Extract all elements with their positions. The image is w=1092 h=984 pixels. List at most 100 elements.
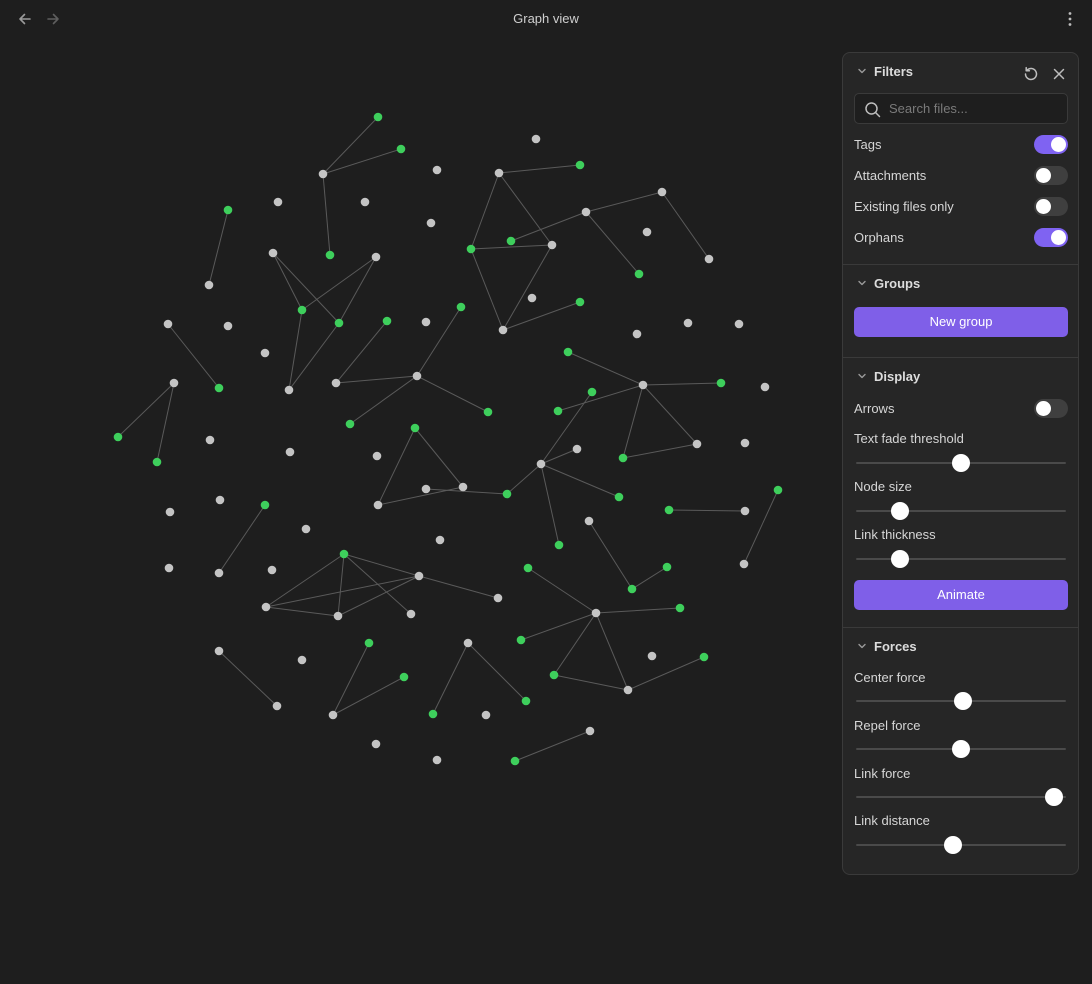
- graph-node[interactable]: [638, 380, 648, 390]
- graph-node[interactable]: [463, 638, 473, 648]
- search-files-input[interactable]: [889, 94, 1059, 123]
- graph-node-tag[interactable]: [634, 269, 644, 279]
- graph-node[interactable]: [527, 293, 537, 303]
- slider-thumb[interactable]: [943, 836, 962, 854]
- graph-node-tag[interactable]: [214, 383, 224, 393]
- graph-node[interactable]: [268, 248, 278, 258]
- graph-node-tag[interactable]: [339, 549, 349, 559]
- graph-node[interactable]: [284, 385, 294, 395]
- new-group-button[interactable]: New group: [854, 307, 1068, 337]
- graph-node[interactable]: [585, 726, 595, 736]
- graph-node-tag[interactable]: [113, 432, 123, 442]
- graph-canvas[interactable]: [0, 38, 840, 984]
- graph-node-tag[interactable]: [456, 302, 466, 312]
- graph-node[interactable]: [683, 318, 693, 328]
- graph-node[interactable]: [481, 710, 491, 720]
- graph-node-tag[interactable]: [345, 419, 355, 429]
- forces-section-header[interactable]: Forces: [843, 636, 1078, 658]
- more-vertical-icon[interactable]: [1062, 10, 1078, 28]
- graph-node[interactable]: [432, 755, 442, 765]
- graph-node[interactable]: [584, 516, 594, 526]
- graph-node[interactable]: [458, 482, 468, 492]
- graph-node-tag[interactable]: [428, 709, 438, 719]
- slider-thumb[interactable]: [954, 692, 973, 710]
- graph-node-tag[interactable]: [563, 347, 573, 357]
- graph-node-tag[interactable]: [699, 652, 709, 662]
- graph-node[interactable]: [360, 197, 370, 207]
- graph-node[interactable]: [373, 500, 383, 510]
- graph-node[interactable]: [642, 227, 652, 237]
- graph-node[interactable]: [372, 451, 382, 461]
- graph-node-tag[interactable]: [152, 457, 162, 467]
- graph-node[interactable]: [412, 371, 422, 381]
- graph-node-tag[interactable]: [410, 423, 420, 433]
- graph-node-tag[interactable]: [516, 635, 526, 645]
- graph-node[interactable]: [169, 378, 179, 388]
- graph-node-tag[interactable]: [325, 250, 335, 260]
- link-thickness-slider[interactable]: [856, 549, 1066, 569]
- graph-node-tag[interactable]: [260, 500, 270, 510]
- graph-node[interactable]: [498, 325, 508, 335]
- slider-thumb[interactable]: [952, 740, 970, 758]
- graph-node[interactable]: [435, 535, 445, 545]
- graph-node[interactable]: [214, 568, 224, 578]
- existing-files-only-toggle[interactable]: [1034, 197, 1068, 216]
- graph-svg[interactable]: [0, 0, 840, 984]
- graph-node-tag[interactable]: [373, 112, 383, 122]
- graph-node-tag[interactable]: [483, 407, 493, 417]
- graph-node[interactable]: [432, 165, 442, 175]
- node-size-slider[interactable]: [856, 501, 1066, 521]
- graph-node[interactable]: [301, 524, 311, 534]
- graph-node-tag[interactable]: [521, 696, 531, 706]
- slider-thumb[interactable]: [1044, 788, 1063, 806]
- graph-node[interactable]: [163, 319, 173, 329]
- graph-node[interactable]: [371, 739, 381, 749]
- graph-node[interactable]: [421, 484, 431, 494]
- groups-section-header[interactable]: Groups: [843, 273, 1078, 295]
- graph-node-tag[interactable]: [587, 387, 597, 397]
- text-fade-threshold-slider[interactable]: [856, 453, 1066, 473]
- graph-node[interactable]: [426, 218, 436, 228]
- search-files-field[interactable]: [854, 93, 1068, 124]
- graph-node[interactable]: [414, 571, 424, 581]
- graph-node-tag[interactable]: [334, 318, 344, 328]
- graph-node-tag[interactable]: [627, 584, 637, 594]
- graph-node-tag[interactable]: [502, 489, 512, 499]
- graph-node[interactable]: [734, 319, 744, 329]
- graph-node[interactable]: [647, 651, 657, 661]
- slider-thumb[interactable]: [952, 454, 970, 472]
- graph-node-tag[interactable]: [554, 540, 564, 550]
- graph-node[interactable]: [261, 602, 271, 612]
- graph-node-tag[interactable]: [773, 485, 783, 495]
- graph-node[interactable]: [285, 447, 295, 457]
- animate-button[interactable]: Animate: [854, 580, 1068, 610]
- graph-node-tag[interactable]: [675, 603, 685, 613]
- graph-node[interactable]: [623, 685, 633, 695]
- arrows-toggle[interactable]: [1034, 399, 1068, 418]
- graph-node-tag[interactable]: [549, 670, 559, 680]
- tags-toggle[interactable]: [1034, 135, 1068, 154]
- slider-thumb[interactable]: [891, 550, 910, 568]
- graph-node[interactable]: [740, 438, 750, 448]
- graph-node-tag[interactable]: [575, 297, 585, 307]
- link-distance-slider[interactable]: [856, 835, 1066, 855]
- graph-node[interactable]: [572, 444, 582, 454]
- graph-node[interactable]: [531, 134, 541, 144]
- graph-node-tag[interactable]: [466, 244, 476, 254]
- graph-node-tag[interactable]: [396, 144, 406, 154]
- attachments-toggle[interactable]: [1034, 166, 1068, 185]
- graph-node[interactable]: [739, 559, 749, 569]
- graph-node-tag[interactable]: [506, 236, 516, 246]
- graph-node[interactable]: [205, 435, 215, 445]
- graph-node[interactable]: [333, 611, 343, 621]
- repel-force-slider[interactable]: [856, 739, 1066, 759]
- graph-node-tag[interactable]: [382, 316, 392, 326]
- graph-node-tag[interactable]: [523, 563, 533, 573]
- orphans-toggle[interactable]: [1034, 228, 1068, 247]
- graph-node[interactable]: [215, 495, 225, 505]
- graph-node[interactable]: [740, 506, 750, 516]
- graph-node[interactable]: [406, 609, 416, 619]
- graph-node-tag[interactable]: [614, 492, 624, 502]
- graph-node-tag[interactable]: [297, 305, 307, 315]
- graph-node[interactable]: [632, 329, 642, 339]
